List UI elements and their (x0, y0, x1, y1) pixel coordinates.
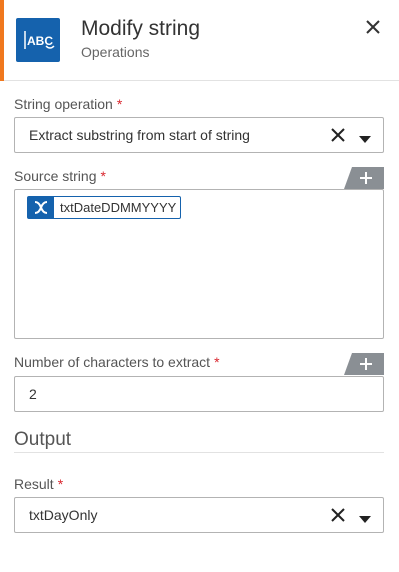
required-marker: * (57, 476, 64, 492)
string-operation-label-text: String operation (14, 96, 113, 112)
num-chars-value: 2 (29, 386, 37, 402)
source-string-label: Source string * (14, 168, 106, 184)
source-string-add-button[interactable] (344, 167, 384, 189)
abc-string-icon: ABC (16, 18, 60, 62)
source-string-label-text: Source string (14, 168, 97, 184)
variable-chip[interactable]: txtDateDDMMYYYY (27, 196, 182, 219)
modify-string-panel: ABC Modify string Operations String oper… (0, 0, 399, 572)
caret-down-icon (359, 136, 371, 143)
result-dropdown-toggle[interactable] (359, 511, 371, 523)
page-subtitle: Operations (81, 44, 150, 60)
variable-chip-label: txtDateDDMMYYYY (60, 200, 177, 215)
result-label: Result * (14, 476, 63, 492)
num-chars-add-button[interactable] (344, 353, 384, 375)
num-chars-label-text: Number of characters to extract (14, 354, 211, 370)
source-string-textarea[interactable]: txtDateDDMMYYYY (14, 189, 384, 339)
num-chars-input[interactable]: 2 (14, 376, 384, 412)
output-divider (14, 452, 384, 453)
close-button[interactable] (362, 16, 384, 38)
num-chars-label: Number of characters to extract * (14, 354, 220, 370)
plus-icon (344, 353, 384, 375)
output-section-title: Output (14, 429, 72, 450)
clear-icon (331, 508, 345, 522)
clear-string-operation-button[interactable] (330, 127, 346, 143)
result-label-text: Result (14, 476, 54, 492)
clear-icon (331, 128, 345, 142)
result-value: txtDayOnly (29, 507, 98, 523)
required-marker: * (100, 168, 106, 184)
required-marker: * (116, 96, 123, 112)
string-operation-value: Extract substring from start of string (29, 127, 250, 143)
abc-icon-text: ABC (27, 34, 53, 48)
clear-result-button[interactable] (330, 507, 346, 523)
variable-x-icon (28, 197, 54, 218)
required-marker: * (214, 354, 220, 370)
plus-icon (344, 167, 384, 189)
string-operation-label: String operation * (14, 96, 122, 112)
close-icon (366, 20, 380, 34)
result-select[interactable]: txtDayOnly (14, 497, 384, 533)
string-operation-select[interactable]: Extract substring from start of string (14, 117, 384, 153)
string-operation-dropdown-toggle[interactable] (359, 131, 371, 143)
panel-header: ABC Modify string Operations (0, 0, 399, 81)
caret-down-icon (359, 516, 371, 523)
header-accent-bar (0, 0, 4, 81)
page-title: Modify string (81, 17, 201, 40)
